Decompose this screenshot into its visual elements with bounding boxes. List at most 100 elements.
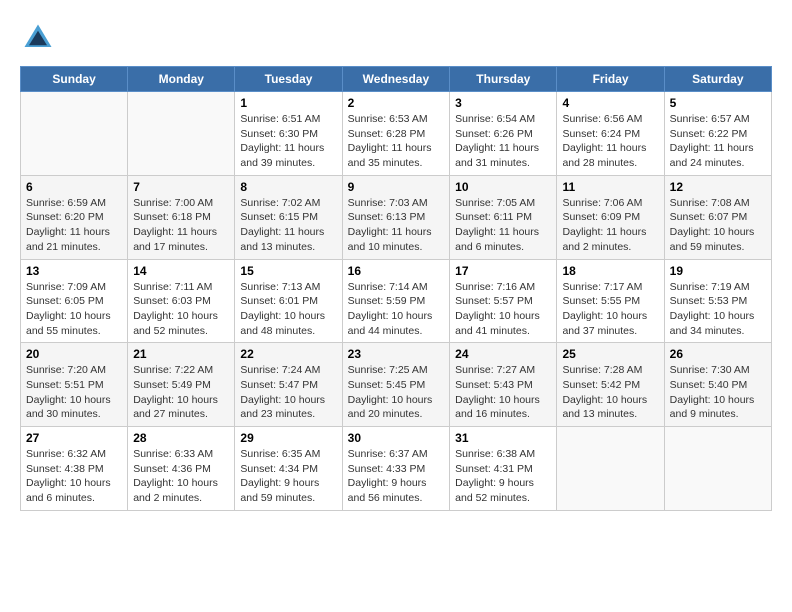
day-of-week-header: Tuesday bbox=[235, 67, 342, 92]
day-number: 6 bbox=[26, 180, 122, 194]
day-number: 16 bbox=[348, 264, 445, 278]
day-number: 12 bbox=[670, 180, 766, 194]
calendar-cell: 27 Sunrise: 6:32 AM Sunset: 4:38 PM Dayli… bbox=[21, 427, 128, 511]
calendar-cell: 9Sunrise: 7:03 AM Sunset: 6:13 PM Daylig… bbox=[342, 175, 450, 259]
day-number: 11 bbox=[562, 180, 658, 194]
day-number: 21 bbox=[133, 347, 229, 361]
page-header bbox=[20, 20, 772, 56]
day-number: 2 bbox=[348, 96, 445, 110]
day-info: Sunrise: 7:09 AM Sunset: 6:05 PM Dayligh… bbox=[26, 280, 122, 339]
day-number: 25 bbox=[562, 347, 658, 361]
day-of-week-header: Saturday bbox=[664, 67, 771, 92]
calendar-cell: 26Sunrise: 7:30 AM Sunset: 5:40 PM Dayli… bbox=[664, 343, 771, 427]
calendar-header-row: SundayMondayTuesdayWednesdayThursdayFrid… bbox=[21, 67, 772, 92]
calendar-cell: 1Sunrise: 6:51 AM Sunset: 6:30 PM Daylig… bbox=[235, 92, 342, 176]
day-info: Sunrise: 7:27 AM Sunset: 5:43 PM Dayligh… bbox=[455, 363, 551, 422]
day-number: 22 bbox=[240, 347, 336, 361]
calendar-week-row: 20 Sunrise: 7:20 AM Sunset: 5:51 PM Dayli… bbox=[21, 343, 772, 427]
calendar-cell bbox=[128, 92, 235, 176]
calendar-week-row: 6 Sunrise: 6:59 AM Sunset: 6:20 PM Daylig… bbox=[21, 175, 772, 259]
calendar-cell: 17 Sunrise: 7:16 AM Sunset: 5:57 PM Dayli… bbox=[450, 259, 557, 343]
calendar-cell: 4 Sunrise: 6:56 AM Sunset: 6:24 PM Daylig… bbox=[557, 92, 664, 176]
day-info: Sunrise: 7:28 AM Sunset: 5:42 PM Dayligh… bbox=[562, 363, 658, 422]
day-info: Sunrise: 7:05 AM Sunset: 6:11 PM Dayligh… bbox=[455, 196, 551, 255]
day-of-week-header: Thursday bbox=[450, 67, 557, 92]
day-info: Sunrise: 6:35 AM Sunset: 4:34 PM Dayligh… bbox=[240, 447, 336, 506]
calendar-cell bbox=[557, 427, 664, 511]
day-info: Sunrise: 7:06 AM Sunset: 6:09 PM Dayligh… bbox=[562, 196, 658, 255]
calendar-cell: 30Sunrise: 6:37 AM Sunset: 4:33 PM Dayli… bbox=[342, 427, 450, 511]
day-of-week-header: Friday bbox=[557, 67, 664, 92]
day-number: 4 bbox=[562, 96, 658, 110]
day-number: 28 bbox=[133, 431, 229, 445]
day-of-week-header: Monday bbox=[128, 67, 235, 92]
day-number: 10 bbox=[455, 180, 551, 194]
day-info: Sunrise: 7:00 AM Sunset: 6:18 PM Dayligh… bbox=[133, 196, 229, 255]
day-number: 19 bbox=[670, 264, 766, 278]
calendar-cell: 6 Sunrise: 6:59 AM Sunset: 6:20 PM Daylig… bbox=[21, 175, 128, 259]
calendar-cell: 13 Sunrise: 7:09 AM Sunset: 6:05 PM Dayli… bbox=[21, 259, 128, 343]
day-number: 29 bbox=[240, 431, 336, 445]
calendar-cell: 11 Sunrise: 7:06 AM Sunset: 6:09 PM Dayli… bbox=[557, 175, 664, 259]
day-info: Sunrise: 6:33 AM Sunset: 4:36 PM Dayligh… bbox=[133, 447, 229, 506]
day-info: Sunrise: 6:38 AM Sunset: 4:31 PM Dayligh… bbox=[455, 447, 551, 506]
day-number: 5 bbox=[670, 96, 766, 110]
calendar-cell bbox=[664, 427, 771, 511]
calendar-cell: 14 Sunrise: 7:11 AM Sunset: 6:03 PM Dayli… bbox=[128, 259, 235, 343]
day-info: Sunrise: 7:02 AM Sunset: 6:15 PM Dayligh… bbox=[240, 196, 336, 255]
day-number: 13 bbox=[26, 264, 122, 278]
day-info: Sunrise: 6:54 AM Sunset: 6:26 PM Dayligh… bbox=[455, 112, 551, 171]
calendar-table: SundayMondayTuesdayWednesdayThursdayFrid… bbox=[20, 66, 772, 511]
calendar-cell: 31 Sunrise: 6:38 AM Sunset: 4:31 PM Dayli… bbox=[450, 427, 557, 511]
day-number: 15 bbox=[240, 264, 336, 278]
calendar-week-row: 13 Sunrise: 7:09 AM Sunset: 6:05 PM Dayli… bbox=[21, 259, 772, 343]
day-info: Sunrise: 6:56 AM Sunset: 6:24 PM Dayligh… bbox=[562, 112, 658, 171]
calendar-cell: 23 Sunrise: 7:25 AM Sunset: 5:45 PM Dayli… bbox=[342, 343, 450, 427]
day-number: 26 bbox=[670, 347, 766, 361]
calendar-week-row: 1Sunrise: 6:51 AM Sunset: 6:30 PM Daylig… bbox=[21, 92, 772, 176]
calendar-cell: 8Sunrise: 7:02 AM Sunset: 6:15 PM Daylig… bbox=[235, 175, 342, 259]
day-of-week-header: Sunday bbox=[21, 67, 128, 92]
day-number: 14 bbox=[133, 264, 229, 278]
day-info: Sunrise: 7:22 AM Sunset: 5:49 PM Dayligh… bbox=[133, 363, 229, 422]
calendar-cell: 24 Sunrise: 7:27 AM Sunset: 5:43 PM Dayli… bbox=[450, 343, 557, 427]
day-info: Sunrise: 6:53 AM Sunset: 6:28 PM Dayligh… bbox=[348, 112, 445, 171]
day-number: 31 bbox=[455, 431, 551, 445]
day-info: Sunrise: 6:59 AM Sunset: 6:20 PM Dayligh… bbox=[26, 196, 122, 255]
day-info: Sunrise: 7:25 AM Sunset: 5:45 PM Dayligh… bbox=[348, 363, 445, 422]
logo-icon bbox=[20, 20, 56, 56]
calendar-cell: 7 Sunrise: 7:00 AM Sunset: 6:18 PM Daylig… bbox=[128, 175, 235, 259]
day-number: 17 bbox=[455, 264, 551, 278]
day-number: 23 bbox=[348, 347, 445, 361]
calendar-cell: 20 Sunrise: 7:20 AM Sunset: 5:51 PM Dayli… bbox=[21, 343, 128, 427]
calendar-cell bbox=[21, 92, 128, 176]
calendar-cell: 15 Sunrise: 7:13 AM Sunset: 6:01 PM Dayli… bbox=[235, 259, 342, 343]
day-number: 7 bbox=[133, 180, 229, 194]
day-info: Sunrise: 7:19 AM Sunset: 5:53 PM Dayligh… bbox=[670, 280, 766, 339]
day-number: 24 bbox=[455, 347, 551, 361]
day-number: 30 bbox=[348, 431, 445, 445]
day-info: Sunrise: 7:20 AM Sunset: 5:51 PM Dayligh… bbox=[26, 363, 122, 422]
day-of-week-header: Wednesday bbox=[342, 67, 450, 92]
day-info: Sunrise: 7:16 AM Sunset: 5:57 PM Dayligh… bbox=[455, 280, 551, 339]
day-number: 18 bbox=[562, 264, 658, 278]
day-number: 20 bbox=[26, 347, 122, 361]
day-info: Sunrise: 7:17 AM Sunset: 5:55 PM Dayligh… bbox=[562, 280, 658, 339]
calendar-cell: 19 Sunrise: 7:19 AM Sunset: 5:53 PM Dayli… bbox=[664, 259, 771, 343]
calendar-cell: 2 Sunrise: 6:53 AM Sunset: 6:28 PM Daylig… bbox=[342, 92, 450, 176]
calendar-cell: 25 Sunrise: 7:28 AM Sunset: 5:42 PM Dayli… bbox=[557, 343, 664, 427]
day-number: 27 bbox=[26, 431, 122, 445]
calendar-cell: 28 Sunrise: 6:33 AM Sunset: 4:36 PM Dayli… bbox=[128, 427, 235, 511]
day-info: Sunrise: 6:57 AM Sunset: 6:22 PM Dayligh… bbox=[670, 112, 766, 171]
calendar-cell: 18 Sunrise: 7:17 AM Sunset: 5:55 PM Dayli… bbox=[557, 259, 664, 343]
calendar-week-row: 27 Sunrise: 6:32 AM Sunset: 4:38 PM Dayli… bbox=[21, 427, 772, 511]
calendar-cell: 16Sunrise: 7:14 AM Sunset: 5:59 PM Dayli… bbox=[342, 259, 450, 343]
calendar-cell: 3 Sunrise: 6:54 AM Sunset: 6:26 PM Daylig… bbox=[450, 92, 557, 176]
day-info: Sunrise: 7:13 AM Sunset: 6:01 PM Dayligh… bbox=[240, 280, 336, 339]
calendar-cell: 5 Sunrise: 6:57 AM Sunset: 6:22 PM Daylig… bbox=[664, 92, 771, 176]
day-info: Sunrise: 7:03 AM Sunset: 6:13 PM Dayligh… bbox=[348, 196, 445, 255]
day-number: 3 bbox=[455, 96, 551, 110]
day-info: Sunrise: 6:32 AM Sunset: 4:38 PM Dayligh… bbox=[26, 447, 122, 506]
calendar-cell: 21 Sunrise: 7:22 AM Sunset: 5:49 PM Dayli… bbox=[128, 343, 235, 427]
day-info: Sunrise: 7:11 AM Sunset: 6:03 PM Dayligh… bbox=[133, 280, 229, 339]
